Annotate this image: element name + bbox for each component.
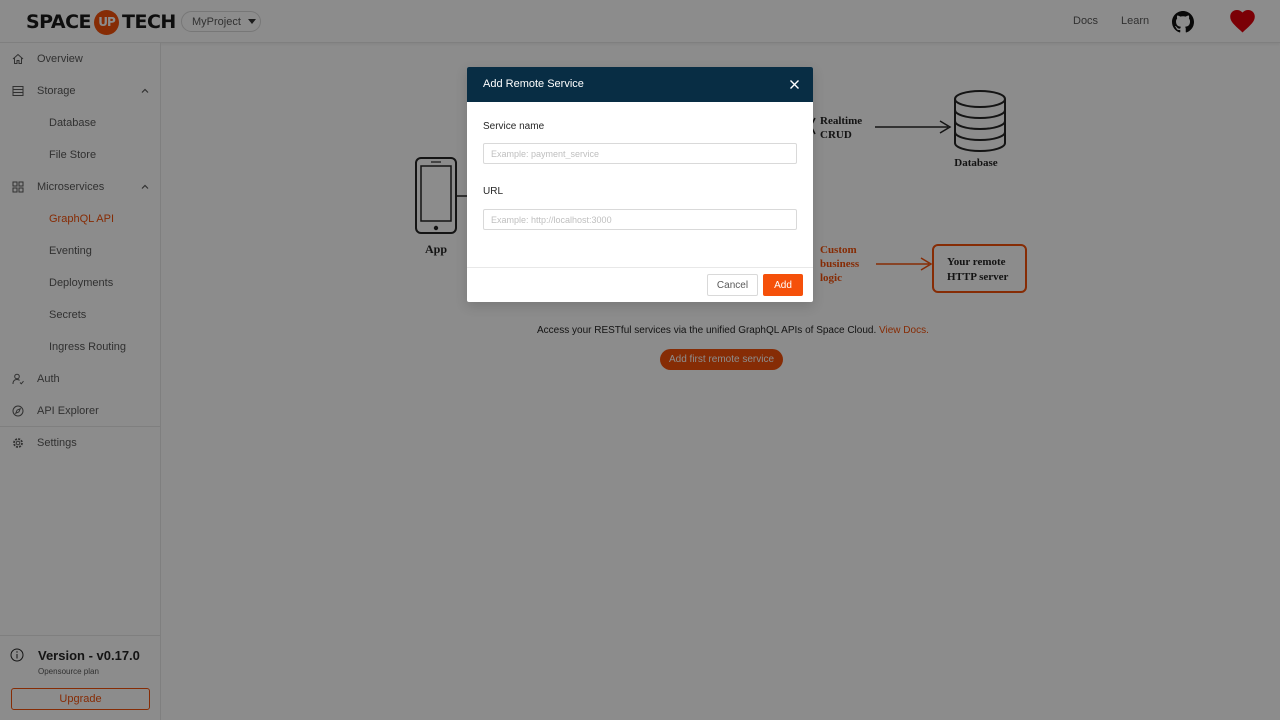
add-button[interactable]: Add xyxy=(763,274,803,296)
modal-footer-divider xyxy=(467,267,813,268)
service-name-label: Service name xyxy=(483,121,545,132)
url-input[interactable] xyxy=(483,209,797,230)
modal-header: Add Remote Service xyxy=(467,67,813,102)
url-label: URL xyxy=(483,186,504,197)
service-name-input[interactable] xyxy=(483,143,797,164)
modal-title: Add Remote Service xyxy=(483,78,584,90)
close-icon[interactable] xyxy=(789,79,800,90)
add-remote-service-modal: Add Remote Service Service name URL Canc… xyxy=(467,67,813,302)
cancel-button[interactable]: Cancel xyxy=(707,274,758,296)
